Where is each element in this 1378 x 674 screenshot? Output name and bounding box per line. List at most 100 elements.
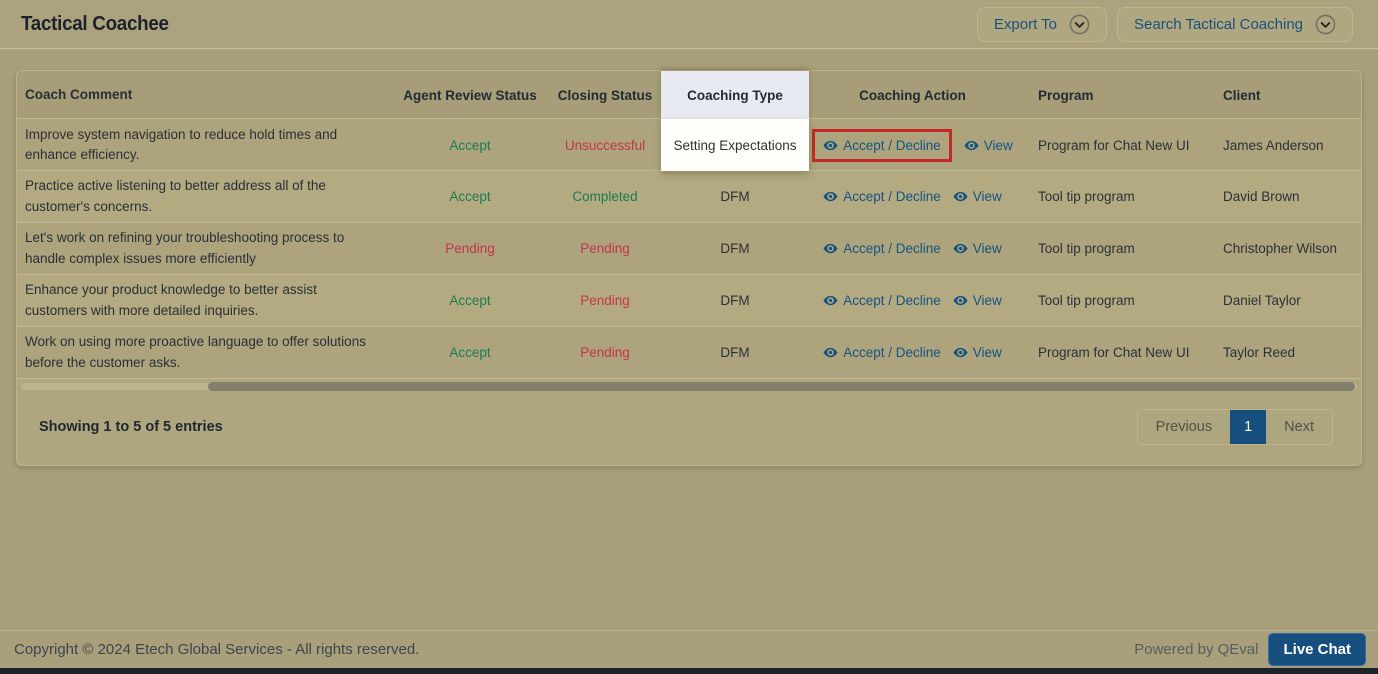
eye-icon [823, 241, 838, 256]
column-header-closing-status[interactable]: Closing Status [549, 88, 661, 103]
view-link[interactable]: View [953, 241, 1002, 256]
coaching-action-cell: Accept / Decline View [809, 241, 1016, 256]
closing-status: Pending [549, 293, 661, 308]
program-text: Tool tip program [1016, 189, 1211, 204]
chevron-down-circle-icon [1315, 14, 1336, 35]
accept-decline-label: Accept / Decline [843, 293, 941, 308]
horizontal-scrollbar[interactable] [21, 382, 1357, 391]
eye-icon [823, 138, 838, 153]
pagination: Previous 1 Next [1137, 409, 1333, 445]
topbar-actions: Export To Search Tactical Coaching [977, 7, 1353, 42]
eye-icon [823, 189, 838, 204]
closing-status: Pending [549, 345, 661, 360]
view-link[interactable]: View [964, 138, 1013, 153]
coach-comment-text: Let's work on refining your troubleshoot… [17, 228, 391, 269]
table-row: Practice active listening to better addr… [17, 171, 1361, 223]
copyright-text: Copyright © 2024 Etech Global Services -… [14, 641, 419, 658]
page-footer: Copyright © 2024 Etech Global Services -… [0, 630, 1378, 668]
accept-decline-label: Accept / Decline [843, 138, 941, 153]
eye-icon [953, 293, 968, 308]
coaching-type-cell: DFM [661, 241, 809, 256]
coaching-type-highlighted-cell: Setting Expectations [661, 119, 809, 171]
coaching-action-cell: Accept / Decline View [809, 189, 1016, 204]
coach-comment-text: Enhance your product knowledge to better… [17, 280, 391, 321]
agent-review-status: Accept [391, 345, 549, 360]
view-link[interactable]: View [953, 345, 1002, 360]
export-to-button[interactable]: Export To [977, 7, 1107, 42]
table-row: Improve system navigation to reduce hold… [17, 119, 1361, 171]
table-footer: Showing 1 to 5 of 5 entries Previous 1 N… [17, 391, 1361, 445]
top-bar: Tactical Coachee Export To Search Tactic… [0, 0, 1378, 49]
agent-review-status: Accept [391, 138, 549, 153]
coaching-action-cell: Accept / Decline View [809, 293, 1016, 308]
eye-icon [953, 189, 968, 204]
accept-decline-link[interactable]: Accept / Decline [823, 241, 941, 256]
column-header-program[interactable]: Program [1016, 88, 1211, 103]
accept-decline-link[interactable]: Accept / Decline [823, 345, 941, 360]
eye-icon [953, 345, 968, 360]
next-page-button[interactable]: Next [1266, 410, 1332, 444]
coaching-table-card: Coach Comment Agent Review Status Closin… [16, 70, 1362, 466]
coaching-type-cell: DFM [661, 293, 809, 308]
view-link[interactable]: View [953, 189, 1002, 204]
table-header-row: Coach Comment Agent Review Status Closin… [17, 71, 1361, 119]
client-text: Taylor Reed [1211, 345, 1361, 360]
view-label: View [973, 189, 1002, 204]
client-text: Daniel Taylor [1211, 293, 1361, 308]
view-link[interactable]: View [953, 293, 1002, 308]
live-chat-button[interactable]: Live Chat [1268, 633, 1366, 666]
client-text: David Brown [1211, 189, 1361, 204]
coaching-action-cell: Accept / Decline View [809, 345, 1016, 360]
accept-decline-label: Accept / Decline [843, 241, 941, 256]
program-text: Program for Chat New UI [1016, 138, 1211, 153]
view-label: View [984, 138, 1013, 153]
chevron-down-circle-icon [1069, 14, 1090, 35]
agent-review-status: Pending [391, 241, 549, 256]
eye-icon [964, 138, 979, 153]
coaching-type-cell: DFM [661, 189, 809, 204]
search-tactical-coaching-button[interactable]: Search Tactical Coaching [1117, 7, 1353, 42]
view-label: View [973, 293, 1002, 308]
entries-summary: Showing 1 to 5 of 5 entries [39, 419, 223, 435]
column-header-coaching-type[interactable]: Coaching Type [661, 71, 809, 119]
eye-icon [823, 293, 838, 308]
powered-by-text: Powered by QEval [1134, 641, 1258, 658]
closing-status: Pending [549, 241, 661, 256]
closing-status: Unsuccessful [549, 138, 661, 153]
scrollbar-thumb[interactable] [208, 382, 1355, 391]
client-text: Christopher Wilson [1211, 241, 1361, 256]
previous-page-button[interactable]: Previous [1138, 410, 1230, 444]
table-row: Enhance your product knowledge to better… [17, 275, 1361, 327]
accept-decline-label: Accept / Decline [843, 189, 941, 204]
coaching-type-cell: DFM [661, 345, 809, 360]
footer-right: Powered by QEval Live Chat [1134, 633, 1366, 666]
program-text: Program for Chat New UI [1016, 345, 1211, 360]
eye-icon [823, 345, 838, 360]
accept-decline-label: Accept / Decline [843, 345, 941, 360]
client-text: James Anderson [1211, 138, 1361, 153]
search-tactical-coaching-label: Search Tactical Coaching [1134, 16, 1303, 33]
coach-comment-text: Practice active listening to better addr… [17, 176, 391, 217]
program-text: Tool tip program [1016, 293, 1211, 308]
table-row: Work on using more proactive language to… [17, 327, 1361, 379]
eye-icon [953, 241, 968, 256]
closing-status: Completed [549, 189, 661, 204]
agent-review-status: Accept [391, 189, 549, 204]
column-header-agent-review-status[interactable]: Agent Review Status [391, 88, 549, 103]
accept-decline-link[interactable]: Accept / Decline [823, 293, 941, 308]
bottom-strip [0, 668, 1378, 674]
column-header-client[interactable]: Client [1211, 88, 1361, 103]
accept-decline-link[interactable]: Accept / Decline [823, 189, 941, 204]
export-to-label: Export To [994, 16, 1057, 33]
red-highlight-box: Accept / Decline [812, 129, 952, 162]
view-label: View [973, 241, 1002, 256]
column-header-coach-comment[interactable]: Coach Comment [17, 85, 391, 105]
accept-decline-link[interactable]: Accept / Decline [823, 138, 941, 153]
column-header-coaching-action[interactable]: Coaching Action [809, 88, 1016, 103]
page-1-button[interactable]: 1 [1230, 410, 1266, 444]
view-label: View [973, 345, 1002, 360]
program-text: Tool tip program [1016, 241, 1211, 256]
page-title: Tactical Coachee [21, 13, 169, 36]
coaching-action-cell: Accept / Decline View [809, 129, 1016, 162]
coach-comment-text: Work on using more proactive language to… [17, 332, 391, 373]
